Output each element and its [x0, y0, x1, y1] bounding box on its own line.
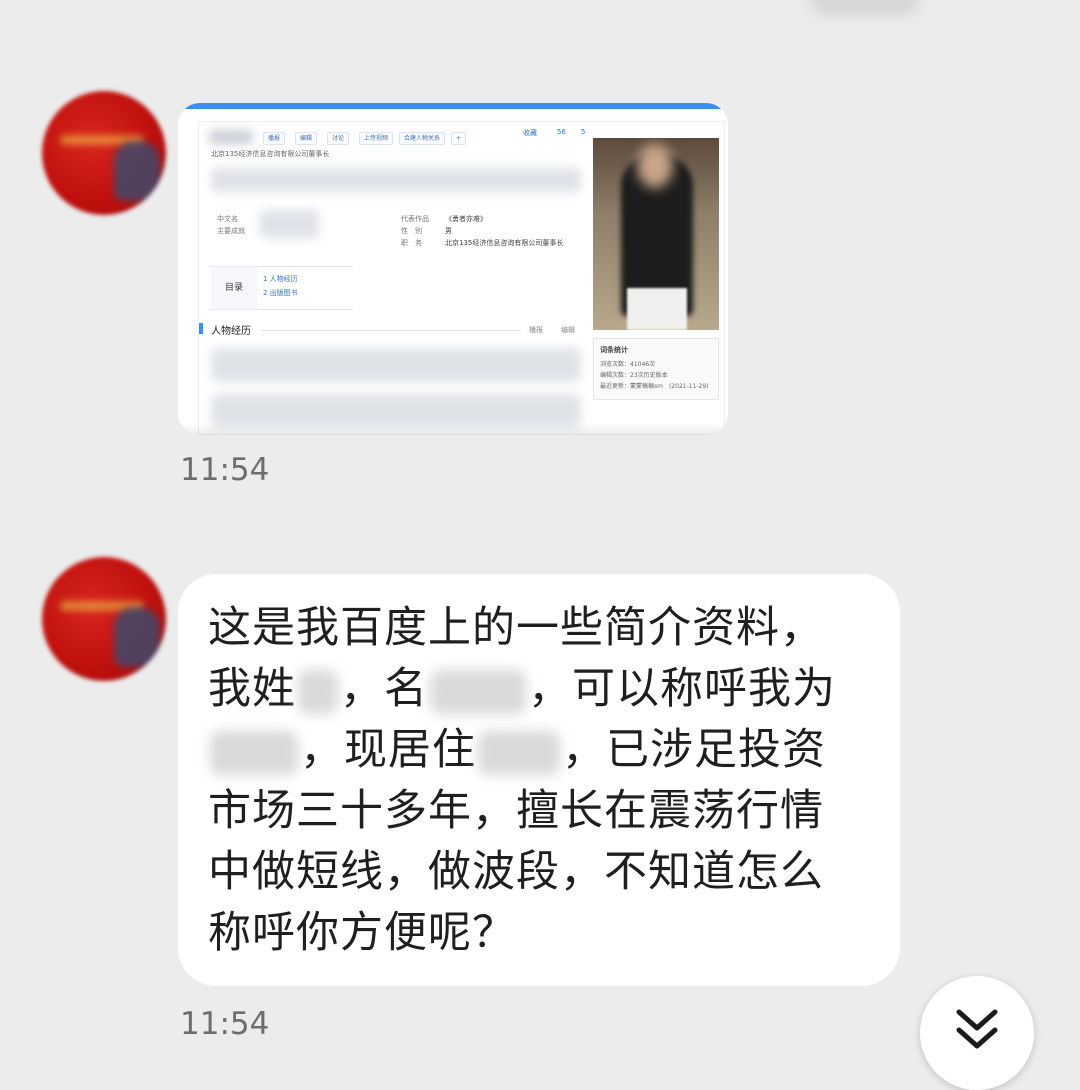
redacted-name: [209, 130, 253, 144]
redacted-nickname: [210, 730, 298, 775]
table-of-contents: 目录 1 人物经历 2 出版图书: [211, 266, 353, 310]
image-top-border: [178, 103, 728, 109]
toc-item: 1 人物经历: [263, 275, 298, 283]
section-action: 播报: [529, 326, 543, 334]
double-chevron-down-icon: [956, 1009, 998, 1049]
section-action: 编辑: [561, 326, 575, 334]
section-title: 人物经历: [211, 326, 251, 337]
toolbar-button: 上传视频: [359, 132, 394, 145]
info-label: 职 务: [401, 239, 422, 247]
favorite-action: 收藏: [523, 129, 537, 137]
toolbar-button: 编辑: [295, 132, 318, 145]
info-label: 代表作品: [401, 215, 429, 223]
toolbar-button: 播报: [263, 132, 286, 145]
info-value: 北京135经济信息咨询有限公司董事长: [445, 239, 564, 247]
toolbar-button: 讨论: [327, 132, 350, 145]
baike-screenshot: 播报 编辑 讨论 上传视频 合建人物关系 + 收藏 56 5 北京135经济信息…: [198, 121, 725, 435]
redacted-given-name: [430, 669, 526, 714]
share-count: 5: [581, 128, 586, 136]
toc-item: 2 出版图书: [263, 289, 298, 297]
profile-photo: [593, 138, 719, 330]
sender-avatar[interactable]: [42, 91, 166, 215]
redacted-summary: [211, 168, 581, 192]
info-label: 主要成就: [217, 227, 245, 235]
toolbar-button: 合建人物关系: [399, 132, 446, 145]
image-message[interactable]: 播报 编辑 讨论 上传视频 合建人物关系 + 收藏 56 5 北京135经济信息…: [178, 103, 728, 435]
stats-line: 浏览次数：41046次: [600, 361, 656, 368]
stats-line: 最近更新：蒙蒙稿稿sm (2021-11-29): [600, 383, 709, 390]
toc-title: 目录: [211, 267, 257, 309]
section-divider: [261, 330, 521, 331]
like-count: 56: [557, 128, 566, 136]
message-time: 11:54: [180, 1006, 270, 1042]
redacted-info: [259, 210, 319, 238]
message-time: 11:54: [180, 452, 270, 488]
scroll-to-bottom-button[interactable]: [920, 976, 1034, 1090]
entry-subtitle: 北京135经济信息咨询有限公司董事长: [211, 150, 330, 158]
stats-title: 词条统计: [600, 346, 628, 354]
info-label: 性 别: [401, 227, 422, 235]
section-marker: [199, 323, 203, 334]
previous-message-edge: [810, 0, 920, 16]
redacted-city: [478, 730, 560, 775]
stats-line: 编辑次数：23次历史版本: [600, 372, 668, 379]
info-value: 男: [445, 227, 452, 235]
redacted-surname: [298, 669, 338, 714]
add-icon: +: [451, 132, 467, 145]
redacted-body: [211, 348, 581, 382]
sender-avatar[interactable]: [42, 557, 166, 681]
entry-stats: 词条统计 浏览次数：41046次 编辑次数：23次历史版本 最近更新：蒙蒙稿稿s…: [593, 338, 719, 400]
info-value: 《勇者亦难》: [445, 215, 487, 223]
message-text: 这是我百度上的一些简介资料， 我姓 ，名 ，可以称呼我为 ，现居住 ，已涉足投资 市场…: [208, 603, 836, 958]
text-message-bubble[interactable]: 这是我百度上的一些简介资料， 我姓 ，名 ，可以称呼我为 ，现居住 ，已涉足投资 市场…: [178, 574, 900, 986]
info-label: 中文名: [217, 215, 238, 223]
